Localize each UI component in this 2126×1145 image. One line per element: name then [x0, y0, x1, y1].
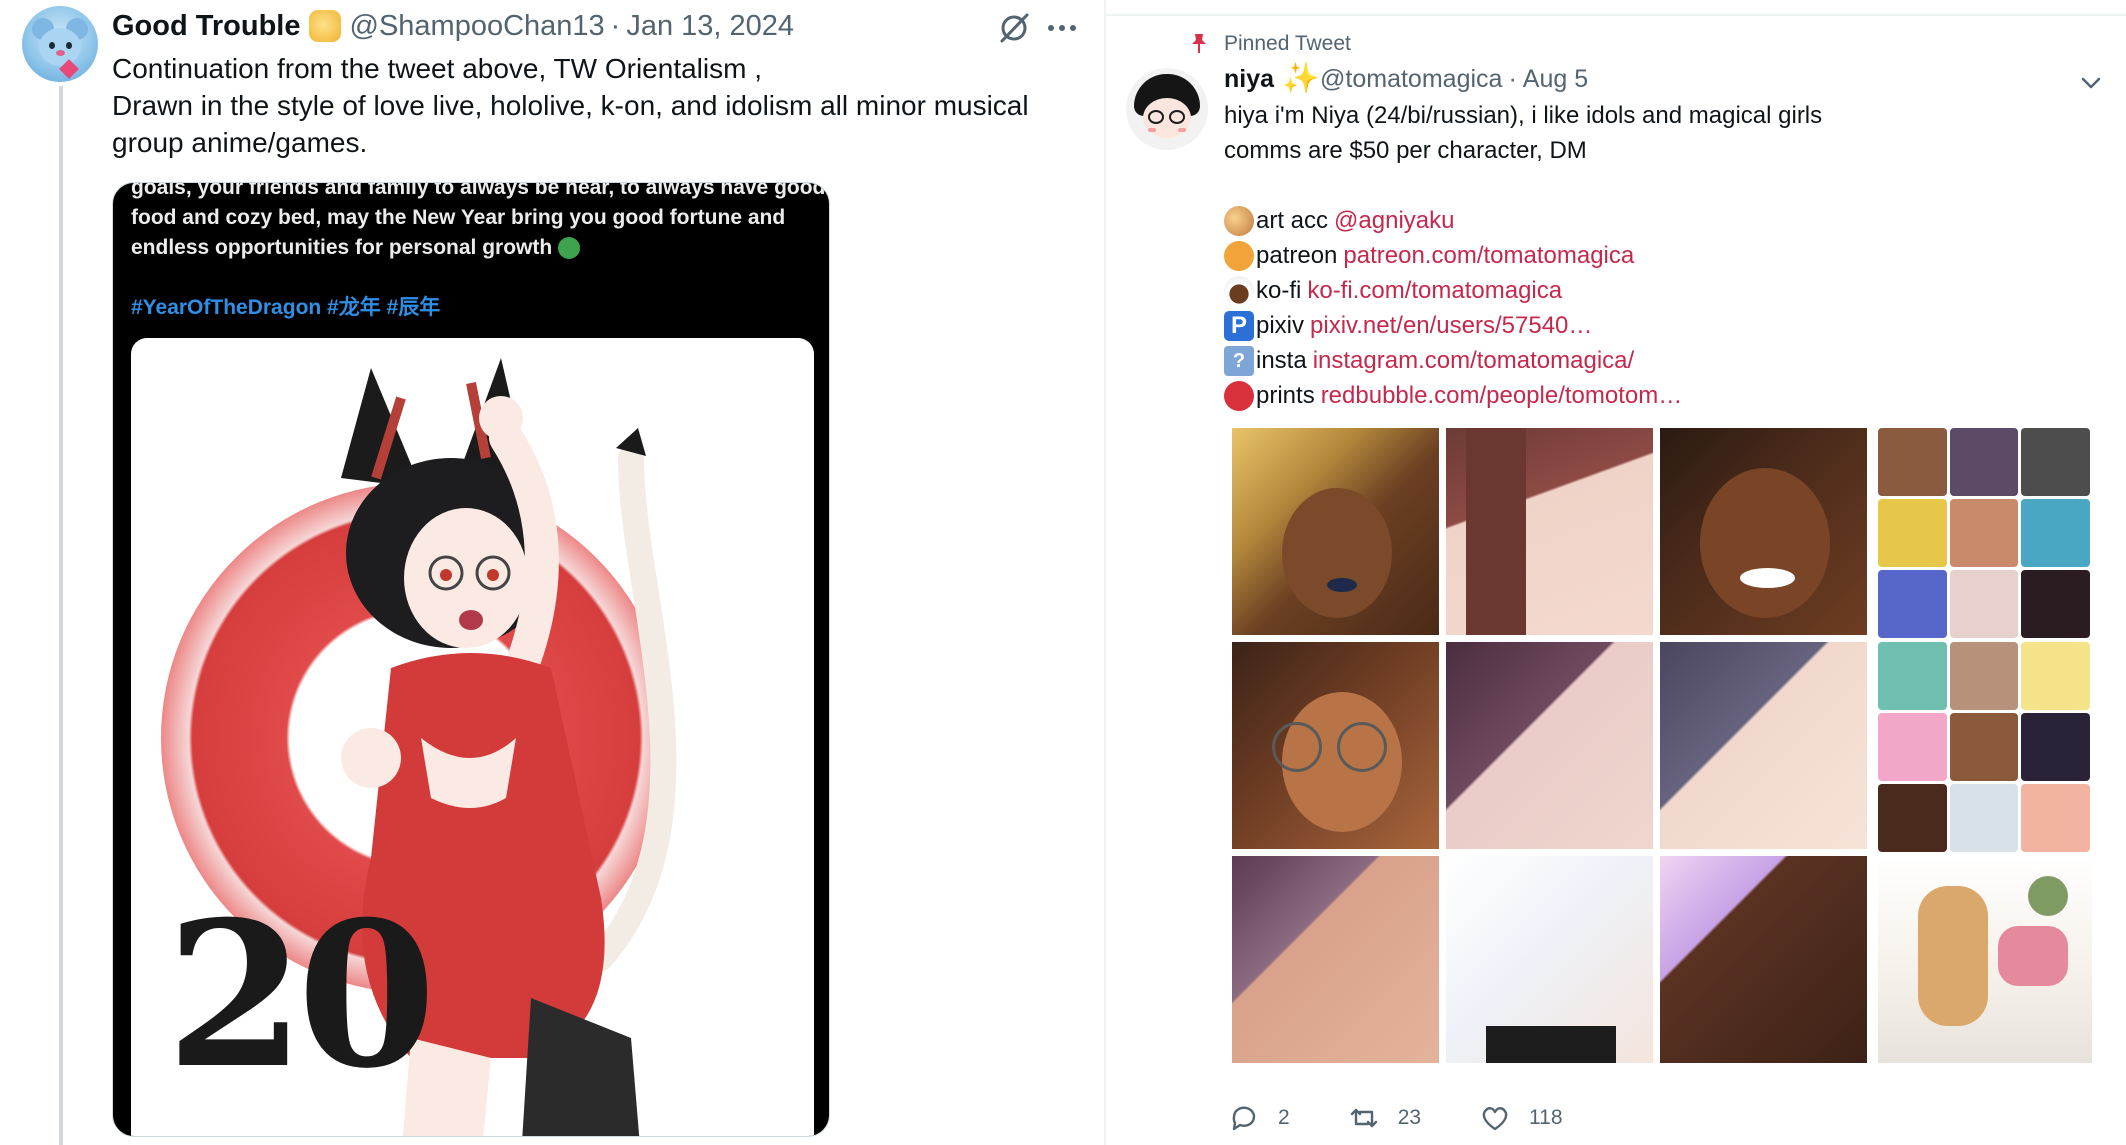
tweet-actions: 2 23 118 [1228, 1100, 1621, 1136]
link-row: patreon patreon.com/tomatomagica [1224, 238, 1822, 273]
tweet-text-line: Continuation from the tweet above, TW Or… [112, 53, 762, 84]
portrait-thumbnail[interactable] [1446, 856, 1653, 1063]
orange-circle-icon [1224, 240, 1254, 271]
avatar[interactable] [1126, 68, 1208, 150]
link-row: ? insta instagram.com/tomatomagica/ [1224, 343, 1822, 378]
grok-icon[interactable] [996, 10, 1032, 46]
timestamp[interactable]: Aug 5 [1523, 65, 1588, 94]
tweet-text: Continuation from the tweet above, TW Or… [112, 50, 1092, 161]
pinned-label: Pinned Tweet [1224, 32, 1351, 55]
link-label: insta [1256, 347, 1307, 374]
like-count: 118 [1529, 1106, 1563, 1129]
reply-button[interactable]: 2 [1228, 1102, 1290, 1134]
link-label: prints [1256, 382, 1315, 409]
tweet-text: hiya i'm Niya (24/bi/russian), i like id… [1224, 98, 1822, 413]
bio-line: comms are $50 per character, DM [1224, 137, 1587, 164]
link-label: art acc [1256, 207, 1329, 234]
media-caption-line: goals, your friends and family to always… [131, 182, 826, 199]
redbubble-link[interactable]: redbubble.com/people/tomotom… [1321, 378, 1683, 413]
artwork: 20 [131, 338, 814, 1136]
reply-count: 2 [1278, 1106, 1290, 1129]
media-gallery[interactable] [1232, 428, 2092, 1084]
media-caption: goals, your friends and family to always… [131, 182, 826, 263]
dragon-icon [558, 237, 581, 260]
link-label: patreon [1256, 242, 1338, 269]
more-options-icon[interactable] [1044, 12, 1080, 44]
link-label: pixiv [1256, 312, 1305, 339]
reply-icon [1232, 1106, 1256, 1131]
handle[interactable]: @ShampooChan13 [350, 10, 605, 43]
thread-line [59, 86, 63, 1145]
media-hashtags: #YearOfTheDragon #龙年 #辰年 [131, 296, 441, 319]
portrait-thumbnail[interactable] [1232, 428, 1439, 635]
media-caption-line: endless opportunities for personal growt… [131, 233, 821, 263]
link-row: ko-fi ko-fi.com/tomatomagica [1224, 273, 1822, 308]
separator: · [1508, 64, 1517, 93]
right-tweet: Pinned Tweet niya ✨ @tomatomagica · Aug … [1106, 0, 2126, 1145]
timestamp[interactable]: Jan 13, 2024 [626, 10, 794, 43]
question-icon: ? [1224, 345, 1254, 376]
display-name[interactable]: niya [1224, 65, 1274, 94]
portrait-thumbnail[interactable] [1660, 856, 1867, 1063]
portrait-thumbnail[interactable] [1446, 428, 1653, 635]
tweet-media[interactable]: goals, your friends and family to always… [112, 182, 830, 1137]
mention-link[interactable]: @agniyaku [1334, 203, 1454, 238]
tweet-header: niya ✨ @tomatomagica · Aug 5 [1224, 62, 1588, 96]
pin-icon [1192, 34, 1206, 53]
raised-fist-icon [308, 10, 341, 42]
heart-icon [1482, 1107, 1508, 1131]
link-row: art acc @agniyaku [1224, 203, 1822, 238]
bio-line: hiya i'm Niya (24/bi/russian), i like id… [1224, 102, 1823, 129]
patreon-link[interactable]: patreon.com/tomatomagica [1343, 238, 1634, 273]
kofi-link[interactable]: ko-fi.com/tomatomagica [1307, 273, 1562, 308]
palette-icon [1224, 205, 1254, 236]
left-tweet: Good Trouble @ShampooChan13 · Jan 13, 20… [0, 0, 1104, 1145]
artwork-year: 20 [166, 878, 436, 1113]
link-label: ko-fi [1256, 277, 1302, 304]
tweet-header: Good Trouble @ShampooChan13 · Jan 13, 20… [112, 8, 794, 44]
portrait-thumbnail[interactable] [1446, 642, 1653, 849]
coffee-icon [1224, 275, 1254, 306]
media-caption-line: food and cozy bed, may the New Year brin… [131, 206, 786, 229]
separator: · [610, 9, 621, 42]
top-divider [1106, 14, 2126, 16]
display-name[interactable]: Good Trouble [112, 10, 301, 43]
retweet-icon [1350, 1108, 1377, 1128]
tweet-text-line: Drawn in the style of love live, hololiv… [112, 90, 1029, 121]
pixiv-link[interactable]: pixiv.net/en/users/57540… [1310, 308, 1592, 343]
parking-icon: P [1224, 310, 1254, 341]
illustration-thumbnail[interactable] [1878, 856, 2092, 1063]
portrait-thumbnail[interactable] [1660, 428, 1867, 635]
thumbnail-collage[interactable] [1878, 428, 2090, 638]
portrait-thumbnail[interactable] [1660, 642, 1867, 849]
avatar[interactable] [22, 6, 98, 82]
link-row: P pixiv pixiv.net/en/users/57540… [1224, 308, 1822, 343]
link-row: prints redbubble.com/people/tomotom… [1224, 378, 1822, 413]
tweet-text-line: group anime/games. [112, 127, 368, 158]
like-button[interactable]: 118 [1479, 1102, 1563, 1134]
instagram-link[interactable]: instagram.com/tomatomagica/ [1313, 343, 1634, 378]
chevron-down-icon[interactable] [2078, 70, 2104, 96]
red-circle-icon [1224, 380, 1254, 411]
handle[interactable]: @tomatomagica [1320, 65, 1502, 94]
portrait-thumbnail[interactable] [1232, 856, 1439, 1063]
sparkles-icon: ✨ [1282, 62, 1320, 95]
thumbnail-collage[interactable] [1878, 642, 2090, 852]
portrait-thumbnail[interactable] [1232, 642, 1439, 849]
retweet-button[interactable]: 23 [1348, 1102, 1421, 1134]
retweet-count: 23 [1397, 1106, 1422, 1129]
